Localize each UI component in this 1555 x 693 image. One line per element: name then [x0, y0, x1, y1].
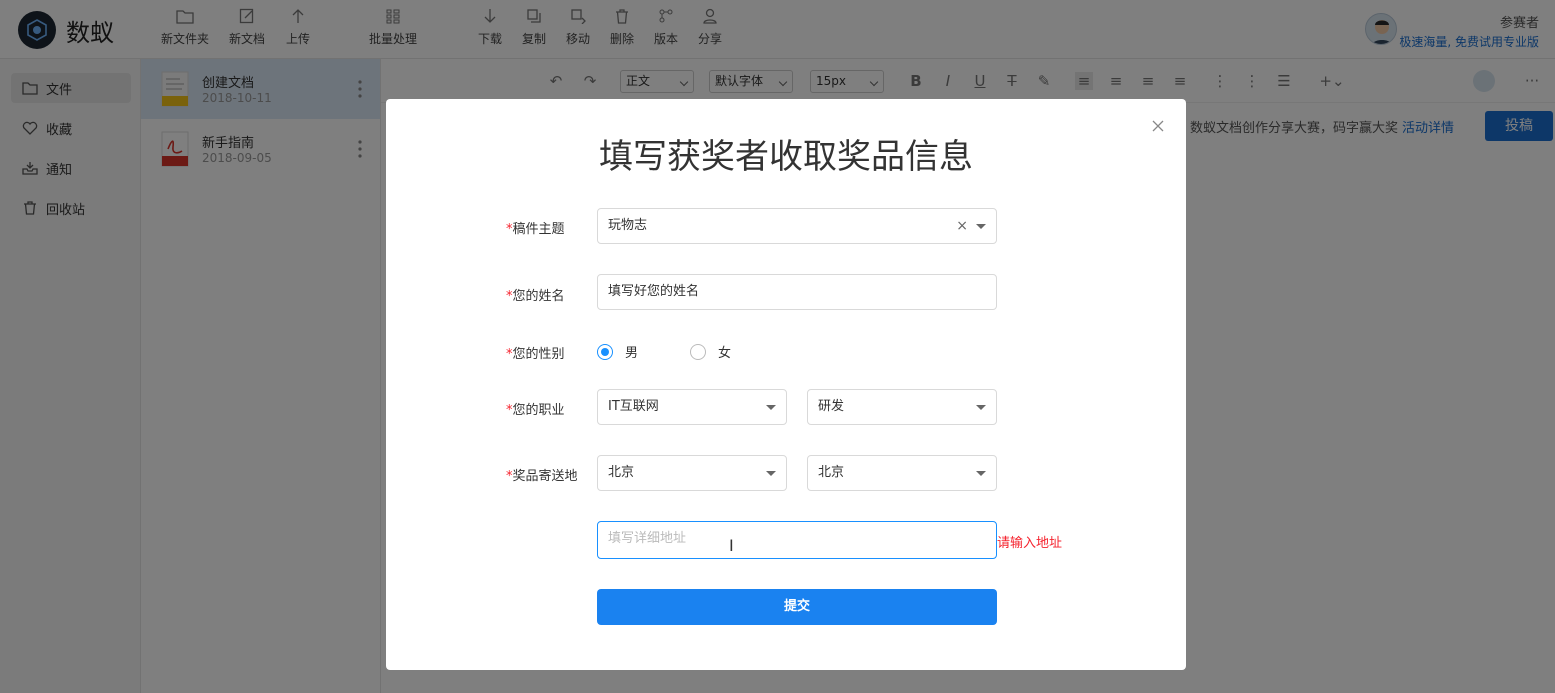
topic-value: 玩物志 [608, 218, 648, 233]
name-label: *您的姓名 [506, 289, 565, 304]
industry-value: IT互联网 [608, 399, 659, 414]
gender-label: *您的性别 [506, 347, 565, 362]
gender-male-label: 男 [625, 346, 639, 361]
chevron-down-icon [976, 471, 986, 476]
topic-label: *稿件主题 [506, 222, 565, 237]
province-select[interactable]: 北京 [597, 455, 787, 491]
address-label: *奖品寄送地 [506, 469, 578, 484]
gender-radio-male[interactable]: 男 [597, 342, 638, 361]
clear-icon[interactable]: × [956, 209, 968, 243]
chevron-down-icon [976, 224, 986, 229]
dialog-title: 填写获奖者收取奖品信息 [599, 137, 973, 177]
gender-female-label: 女 [718, 346, 732, 361]
industry-select[interactable]: IT互联网 [597, 389, 787, 425]
prize-info-dialog: 填写获奖者收取奖品信息 *稿件主题 玩物志 × *您的姓名 填写好您的姓名 *您… [386, 99, 1186, 670]
role-select[interactable]: 研发 [807, 389, 997, 425]
city-value: 北京 [818, 465, 845, 480]
chevron-down-icon [976, 405, 986, 410]
radio-checked-icon [597, 343, 613, 360]
text-cursor-icon: I [729, 536, 734, 555]
radio-unchecked-icon [690, 343, 706, 360]
submit-button[interactable]: 提交 [597, 589, 997, 625]
address-error-message: 请输入地址 [997, 536, 1063, 551]
gender-radio-female[interactable]: 女 [690, 342, 731, 361]
role-value: 研发 [818, 399, 845, 414]
province-value: 北京 [608, 465, 635, 480]
address-detail-input[interactable]: 填写详细地址 [597, 521, 997, 559]
job-label: *您的职业 [506, 403, 565, 418]
chevron-down-icon [766, 471, 776, 476]
name-input[interactable]: 填写好您的姓名 [597, 274, 997, 310]
topic-select[interactable]: 玩物志 × [597, 208, 997, 244]
city-select[interactable]: 北京 [807, 455, 997, 491]
chevron-down-icon [766, 405, 776, 410]
